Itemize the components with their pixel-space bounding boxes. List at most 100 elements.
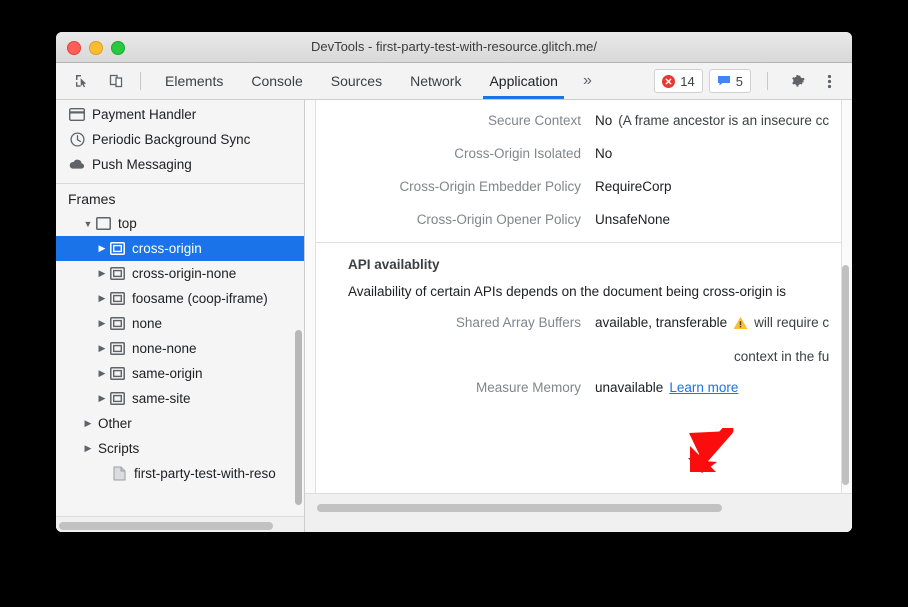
sidebar-horizontal-scrollbar-track [56, 516, 304, 532]
sidebar-divider [56, 183, 304, 184]
chevron-right-icon[interactable]: ▶ [96, 318, 108, 329]
sidebar-item-payment-handler[interactable]: Payment Handler [56, 102, 304, 127]
iframe-icon [108, 341, 126, 357]
chevron-right-icon[interactable]: ▶ [96, 343, 108, 354]
detail-value-text: available, transferable [595, 315, 727, 330]
detail-horizontal-scrollbar[interactable] [317, 504, 722, 512]
detail-row-measure-memory: Measure Memory unavailable Learn more [316, 364, 841, 404]
more-tabs-button[interactable]: » [572, 63, 603, 99]
toolbar-divider-2 [767, 72, 768, 90]
detail-row-cross-origin-isolated: Cross-Origin Isolated No [316, 137, 841, 170]
frame-details-pane: Secure Context No (A frame ancestor is a… [305, 100, 852, 532]
red-arrow-down-left-icon [684, 428, 736, 484]
sidebar-tree-item-none[interactable]: ▶ none [56, 311, 304, 336]
sidebar-tree-item-none-none[interactable]: ▶ none-none [56, 336, 304, 361]
sidebar-tree-item-same-origin[interactable]: ▶ same-origin [56, 361, 304, 386]
iframe-icon [108, 316, 126, 332]
chevron-right-icon[interactable]: ▶ [96, 368, 108, 379]
tab-elements[interactable]: Elements [151, 63, 237, 99]
detail-value: No [595, 146, 612, 161]
tab-sources[interactable]: Sources [317, 63, 396, 99]
sidebar-horizontal-scrollbar[interactable] [59, 522, 273, 530]
panel-tabs: Elements Console Sources Network Applica… [151, 63, 603, 99]
inspect-element-icon[interactable] [68, 68, 96, 94]
detail-label: Measure Memory [316, 380, 595, 395]
sidebar-item-label: Push Messaging [92, 157, 192, 172]
learn-more-link[interactable]: Learn more [669, 380, 738, 395]
devtools-toolbar: Elements Console Sources Network Applica… [56, 63, 852, 100]
sidebar-tree-item-label: cross-origin-none [132, 266, 236, 281]
sidebar-tree-item-document[interactable]: first-party-test-with-reso [56, 461, 304, 486]
sidebar-tree-item-foosame[interactable]: ▶ foosame (coop-iframe) [56, 286, 304, 311]
chevron-down-icon[interactable]: ▼ [82, 219, 94, 229]
sidebar-tree-item-label: same-site [132, 391, 191, 406]
chevron-right-icon[interactable]: ▶ [96, 268, 108, 279]
application-sidebar: Payment Handler Periodic Background Sync [56, 100, 305, 532]
tab-sources-label: Sources [331, 73, 382, 89]
sidebar-tree-item-label: top [118, 216, 137, 231]
window-title: DevTools - first-party-test-with-resourc… [56, 32, 852, 62]
detail-row-coep: Cross-Origin Embedder Policy RequireCorp [316, 170, 841, 203]
gear-icon[interactable] [784, 68, 810, 94]
iframe-icon [108, 366, 126, 382]
message-icon [717, 75, 731, 87]
cloud-icon [68, 157, 86, 173]
error-count-badge[interactable]: 14 [654, 69, 702, 93]
detail-value-extra: (A frame ancestor is an insecure cc [618, 113, 829, 128]
frame-details-content: Secure Context No (A frame ancestor is a… [315, 100, 842, 512]
sidebar-tree-item-scripts[interactable]: ▶ Scripts [56, 436, 304, 461]
sidebar-tree-item-cross-origin[interactable]: ▶ cross-origin [56, 236, 304, 261]
tab-network[interactable]: Network [396, 63, 475, 99]
iframe-icon [108, 241, 126, 257]
device-toolbar-icon[interactable] [102, 68, 130, 94]
detail-value-text: No [595, 113, 612, 128]
detail-label: Cross-Origin Embedder Policy [316, 179, 595, 194]
tab-elements-label: Elements [165, 73, 223, 89]
document-icon [110, 466, 128, 482]
kebab-menu-icon[interactable] [816, 68, 842, 94]
tab-console[interactable]: Console [237, 63, 316, 99]
sidebar-tree-item-cross-origin-none[interactable]: ▶ cross-origin-none [56, 261, 304, 286]
detail-bottom-bar [305, 493, 852, 532]
detail-value: No (A frame ancestor is an insecure cc [595, 113, 829, 128]
tab-application-label: Application [489, 73, 558, 89]
clock-icon [68, 132, 86, 148]
sidebar-scroll-area: Payment Handler Periodic Background Sync [56, 100, 304, 516]
toolbar-right-group: 14 5 [654, 68, 852, 94]
sidebar-tree-item-top[interactable]: ▼ top [56, 211, 304, 236]
sidebar-tree-item-other[interactable]: ▶ Other [56, 411, 304, 436]
detail-row-shared-array-buffers: Shared Array Buffers available, transfer… [316, 303, 841, 339]
detail-warning-text: will require c [754, 315, 829, 330]
tab-application[interactable]: Application [475, 63, 572, 99]
chevron-right-icon[interactable]: ▶ [96, 393, 108, 404]
sidebar-section-frames: Frames [56, 188, 304, 211]
chevron-right-icon[interactable]: ▶ [96, 243, 108, 254]
sidebar-tree-item-same-site[interactable]: ▶ same-site [56, 386, 304, 411]
chevron-right-icon[interactable]: ▶ [82, 443, 94, 454]
sidebar-item-periodic-background-sync[interactable]: Periodic Background Sync [56, 127, 304, 152]
sidebar-tree-item-label: none [132, 316, 162, 331]
detail-value-text: unavailable [595, 380, 663, 395]
chevron-right-icon[interactable]: ▶ [96, 293, 108, 304]
iframe-icon [108, 291, 126, 307]
detail-label: Cross-Origin Isolated [316, 146, 595, 161]
sidebar-vertical-scrollbar[interactable] [295, 330, 302, 505]
devtools-window: DevTools - first-party-test-with-resourc… [56, 32, 852, 532]
detail-continuation-text: context in the fu [316, 339, 841, 364]
detail-label: Secure Context [316, 113, 595, 128]
tab-network-label: Network [410, 73, 461, 89]
sidebar-tree-item-label: same-origin [132, 366, 203, 381]
message-count-badge[interactable]: 5 [709, 69, 751, 93]
chevron-right-icon[interactable]: ▶ [82, 418, 94, 429]
api-availability-description: Availability of certain APIs depends on … [316, 272, 841, 303]
detail-label: Cross-Origin Opener Policy [316, 212, 595, 227]
sidebar-tree-item-label: foosame (coop-iframe) [132, 291, 268, 306]
window-title-bar: DevTools - first-party-test-with-resourc… [56, 32, 852, 63]
detail-value: available, transferable will require c [595, 315, 829, 330]
iframe-icon [108, 391, 126, 407]
sidebar-tree-item-label: cross-origin [132, 241, 202, 256]
frame-icon [94, 216, 112, 232]
detail-vertical-scrollbar[interactable] [842, 265, 849, 485]
sidebar-item-push-messaging[interactable]: Push Messaging [56, 152, 304, 177]
warning-triangle-icon [733, 316, 748, 330]
